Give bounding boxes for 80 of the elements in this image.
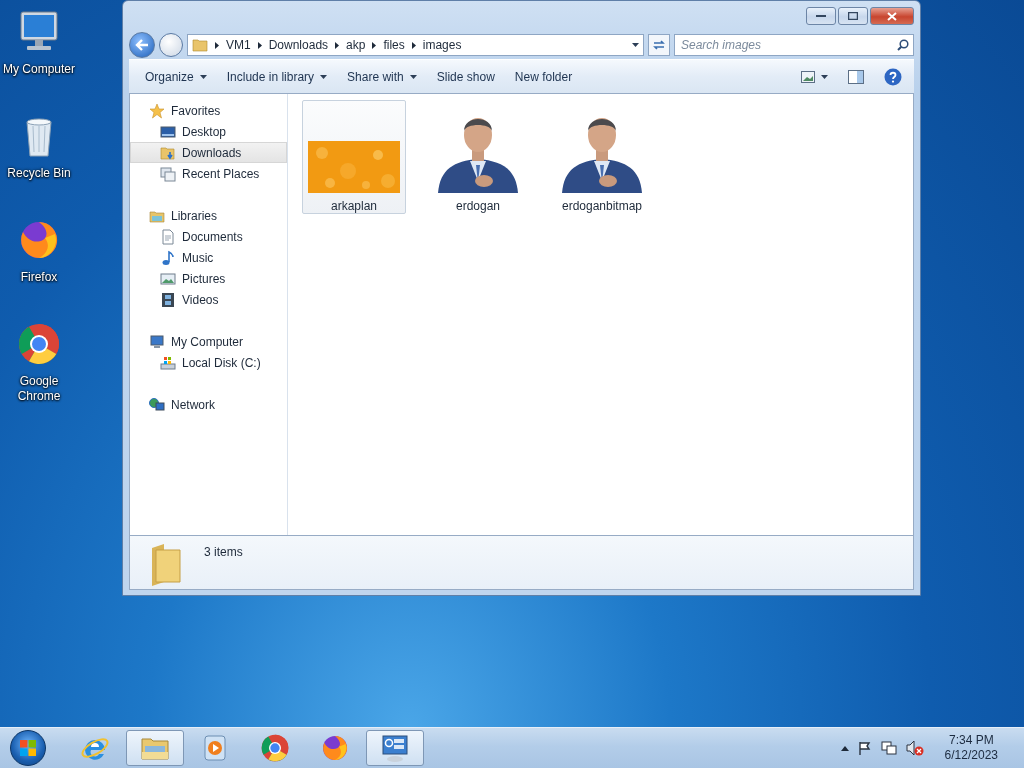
maximize-button[interactable] [838, 7, 868, 25]
network-icon [149, 396, 165, 413]
folder-icon [192, 38, 208, 52]
film-icon [160, 291, 176, 308]
clock[interactable]: 7:34 PM 6/12/2023 [944, 733, 998, 763]
pictures-icon [160, 270, 176, 287]
refresh-icon [652, 39, 666, 51]
chrome-icon [259, 732, 291, 764]
document-icon [160, 228, 176, 245]
breadcrumb[interactable]: images [422, 38, 462, 52]
chevron-icon [335, 41, 340, 49]
breadcrumb[interactable]: akp [346, 38, 366, 52]
address-bar[interactable]: VM1 Downloads akp files images [187, 34, 644, 56]
minimize-icon [816, 14, 826, 18]
nav-item[interactable]: Libraries [130, 205, 287, 226]
desktop-icon-label[interactable]: Recycle Bin [2, 166, 76, 181]
nav-item[interactable]: Desktop [130, 121, 287, 142]
back-arrow-icon [135, 39, 149, 51]
nav-item[interactable]: Videos [130, 289, 287, 310]
toolbar-button[interactable]: Include in library [218, 65, 336, 88]
breadcrumb[interactable]: files [383, 38, 405, 52]
file-item[interactable]: arkaplan [302, 100, 406, 214]
toolbar-button[interactable]: Share with [339, 65, 425, 88]
search-field[interactable]: Search images [674, 34, 914, 56]
preview-pane-icon [848, 69, 864, 84]
toolbar-button[interactable]: Organize [137, 65, 215, 88]
minimize-button[interactable] [806, 7, 836, 25]
dropdown-caret-icon [320, 74, 328, 79]
chevron-icon [411, 41, 416, 49]
folder-download-icon [160, 144, 176, 161]
nav-item[interactable]: Documents [130, 226, 287, 247]
desktop-icon-label[interactable]: Google Chrome [2, 374, 76, 404]
forward-button[interactable] [159, 33, 183, 57]
file-item[interactable]: erdoganbitmap [550, 100, 654, 214]
nav-item[interactable]: Music [130, 247, 287, 268]
desktop-icon-label[interactable]: My Computer [2, 62, 76, 77]
close-button[interactable] [870, 7, 914, 25]
chevron-icon [257, 41, 262, 49]
toolbar-button[interactable]: Slide show [428, 65, 503, 88]
nav-item[interactable]: Local Disk (C:) [130, 352, 287, 373]
nav-item[interactable]: Network [130, 394, 287, 415]
search-icon [897, 39, 909, 51]
speaker-muted-icon [905, 740, 924, 756]
nav-item[interactable]: Recent Places [130, 163, 287, 184]
nav-item[interactable]: Pictures [130, 268, 287, 289]
taskbar-button[interactable] [126, 730, 184, 766]
dropdown-caret-icon [199, 74, 207, 79]
breadcrumb[interactable]: Downloads [268, 38, 329, 52]
nav-item[interactable]: My Computer [130, 331, 287, 352]
star-icon [149, 102, 165, 119]
chevron-icon [372, 41, 377, 49]
help-icon [884, 67, 902, 86]
music-note-icon [160, 249, 176, 266]
network-icon [880, 741, 897, 755]
file-item[interactable]: erdogan [426, 100, 530, 214]
item-count: 3 items [204, 544, 243, 559]
disk-drive-icon [160, 354, 176, 371]
computer-icon [149, 333, 165, 350]
dropdown-caret-icon [632, 43, 639, 47]
maximize-icon [848, 12, 858, 20]
back-button[interactable] [129, 32, 155, 58]
recent-places-icon [160, 165, 176, 182]
show-hidden-icons-icon [840, 745, 849, 751]
nav-item[interactable]: Downloads [130, 142, 287, 163]
chevron-icon [215, 41, 219, 49]
windows-logo-icon [19, 739, 37, 757]
desktop-icon-label[interactable]: Firefox [2, 270, 76, 285]
refresh-button[interactable] [648, 34, 670, 56]
nav-item[interactable]: Favorites [130, 100, 287, 121]
control-panel-icon [379, 732, 411, 764]
desktop-icon [160, 123, 176, 140]
taskbar-button[interactable] [366, 730, 424, 766]
view-icon [801, 70, 815, 83]
dropdown-caret-icon [821, 74, 828, 79]
breadcrumb[interactable]: VM1 [226, 38, 251, 52]
start-button[interactable] [10, 730, 46, 766]
flag-icon [857, 741, 872, 755]
dropdown-caret-icon [409, 74, 417, 79]
toolbar-button[interactable]: New folder [506, 65, 581, 88]
close-icon [887, 11, 897, 21]
